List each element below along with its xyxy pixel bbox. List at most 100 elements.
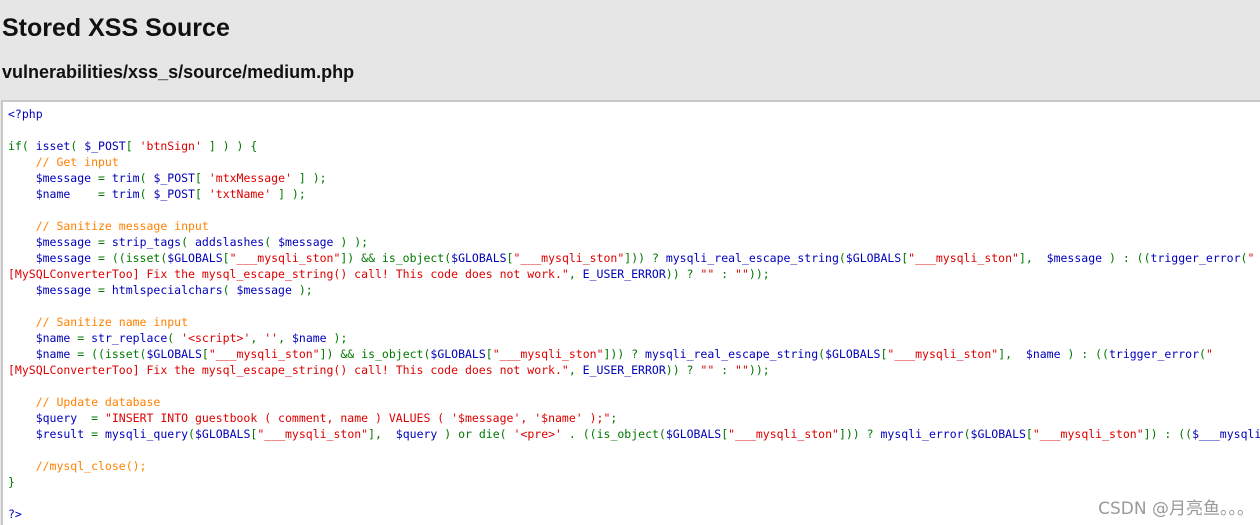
code-token: ( <box>1199 347 1206 361</box>
code-token: ( <box>264 235 279 249</box>
code-token: "___mysqli_ston" <box>728 427 839 441</box>
code-token: "___mysqli_ston" <box>908 251 1019 265</box>
code-token: : <box>714 267 736 281</box>
code-token: ( <box>70 139 85 153</box>
code-token: mysqli_error <box>880 427 964 441</box>
code-token: , <box>568 363 583 377</box>
code-line: if( isset( $_POST[ 'btnSign' ] ) ) { <box>8 138 1260 154</box>
page-title: Stored XSS Source <box>2 14 230 42</box>
code-token: [ <box>222 251 230 265</box>
code-token: ])) ? <box>624 251 666 265</box>
code-token: $GLOBALS <box>825 347 881 361</box>
code-token: "___mysqli_ston" <box>229 251 341 265</box>
code-token: $___mysqli_res <box>1192 427 1260 441</box>
code-line: } <box>8 474 1260 490</box>
code-token: ) ); <box>340 235 369 249</box>
code-token: ) : (( <box>1067 347 1109 361</box>
code-line: $result = mysqli_query($GLOBALS["___mysq… <box>8 426 1260 442</box>
code-token: "___mysqli_ston" <box>492 347 604 361</box>
code-token: ( <box>167 331 182 345</box>
code-token: // Sanitize message input <box>8 219 209 233</box>
code-token: $_POST <box>153 171 195 185</box>
code-token: $result <box>8 427 92 441</box>
code-token: 'btnSign' <box>139 139 202 153</box>
code-token: ] ); <box>271 187 306 201</box>
code-token: $GLOBALS <box>665 427 722 441</box>
code-line: // Get input <box>8 154 1260 170</box>
code-token: '<script>' <box>181 331 251 345</box>
code-token: )); <box>748 267 770 281</box>
code-token: ( <box>222 283 237 297</box>
code-token: $query <box>8 411 92 425</box>
code-token: $name <box>8 187 99 201</box>
code-line: // Sanitize message input <box>8 218 1260 234</box>
code-token: strip_tags <box>111 235 182 249</box>
code-token: $GLOBALS <box>430 347 486 361</box>
code-token: <?php <box>8 107 43 121</box>
code-token: "" <box>735 267 749 281</box>
code-token: $message <box>8 283 99 297</box>
code-token: "___mysqli_ston" <box>257 427 369 441</box>
code-line: $query = "INSERT INTO guestbook ( commen… <box>8 410 1260 426</box>
code-token: } <box>8 475 15 489</box>
code-token: ) or die( <box>444 427 514 441</box>
code-token: , <box>568 267 583 281</box>
code-token: ], <box>1018 251 1047 265</box>
code-token: = <box>77 331 92 345</box>
code-token: ]) && is_object( <box>319 347 431 361</box>
code-line: // Sanitize name input <box>8 314 1260 330</box>
code-token: E_USER_ERROR <box>582 267 666 281</box>
code-line: $message = htmlspecialchars( $message ); <box>8 282 1260 298</box>
code-token: "___mysqli_ston" <box>208 347 320 361</box>
code-token: . ((is_object( <box>561 427 666 441</box>
code-token: $name <box>8 331 78 345</box>
code-token: )) ? <box>665 267 701 281</box>
code-token: //mysql_close(); <box>8 459 147 473</box>
code-token: ( <box>181 235 195 249</box>
code-token: ]) : (( <box>1143 427 1193 441</box>
code-token: = <box>98 235 112 249</box>
code-token: : <box>714 363 736 377</box>
code-token: $_POST <box>84 139 126 153</box>
code-token: $message <box>8 251 99 265</box>
code-line: $name = ((isset($GLOBALS["___mysqli_ston… <box>8 346 1260 362</box>
code-token: $message <box>278 235 341 249</box>
code-token: trim <box>111 187 140 201</box>
code-token: $message <box>1046 251 1109 265</box>
code-token: $name <box>1025 347 1068 361</box>
code-token: trigger_error <box>1108 347 1199 361</box>
code-token: ], <box>368 427 396 441</box>
code-token: = <box>91 427 105 441</box>
code-line: ?> <box>8 506 1260 522</box>
code-line: //mysql_close(); <box>8 458 1260 474</box>
code-token: ] ) ) { <box>201 139 258 153</box>
code-token: ], <box>998 347 1026 361</box>
code-line: <?php <box>8 106 1260 122</box>
code-token: [ <box>194 171 209 185</box>
code-line: $message = strip_tags( addslashes( $mess… <box>8 234 1260 250</box>
csdn-watermark: CSDN @月亮鱼。。。 <box>1098 499 1254 519</box>
code-token: "" <box>700 267 715 281</box>
code-token: $GLOBALS <box>970 427 1026 441</box>
code-token: str_replace <box>91 331 168 345</box>
code-token: $GLOBALS <box>451 251 507 265</box>
code-token: // Sanitize name input <box>8 315 189 329</box>
code-token: [ <box>1025 427 1033 441</box>
code-token: ])) ? <box>603 347 646 361</box>
code-token: = <box>98 171 112 185</box>
code-token: $name <box>291 331 334 345</box>
code-token: $GLOBALS <box>146 347 202 361</box>
code-line: $message = ((isset($GLOBALS["___mysqli_s… <box>8 250 1260 266</box>
code-token: = <box>98 187 112 201</box>
code-token: ( <box>838 251 846 265</box>
code-token: '<pre>' <box>513 427 562 441</box>
code-token: " <box>1205 347 1213 361</box>
code-token: ( <box>188 427 195 441</box>
code-token: )); <box>748 363 770 377</box>
code-token: = <box>98 283 112 297</box>
code-token: , <box>250 331 265 345</box>
code-line: [MySQLConverterToo] Fix the mysql_escape… <box>8 266 1260 282</box>
